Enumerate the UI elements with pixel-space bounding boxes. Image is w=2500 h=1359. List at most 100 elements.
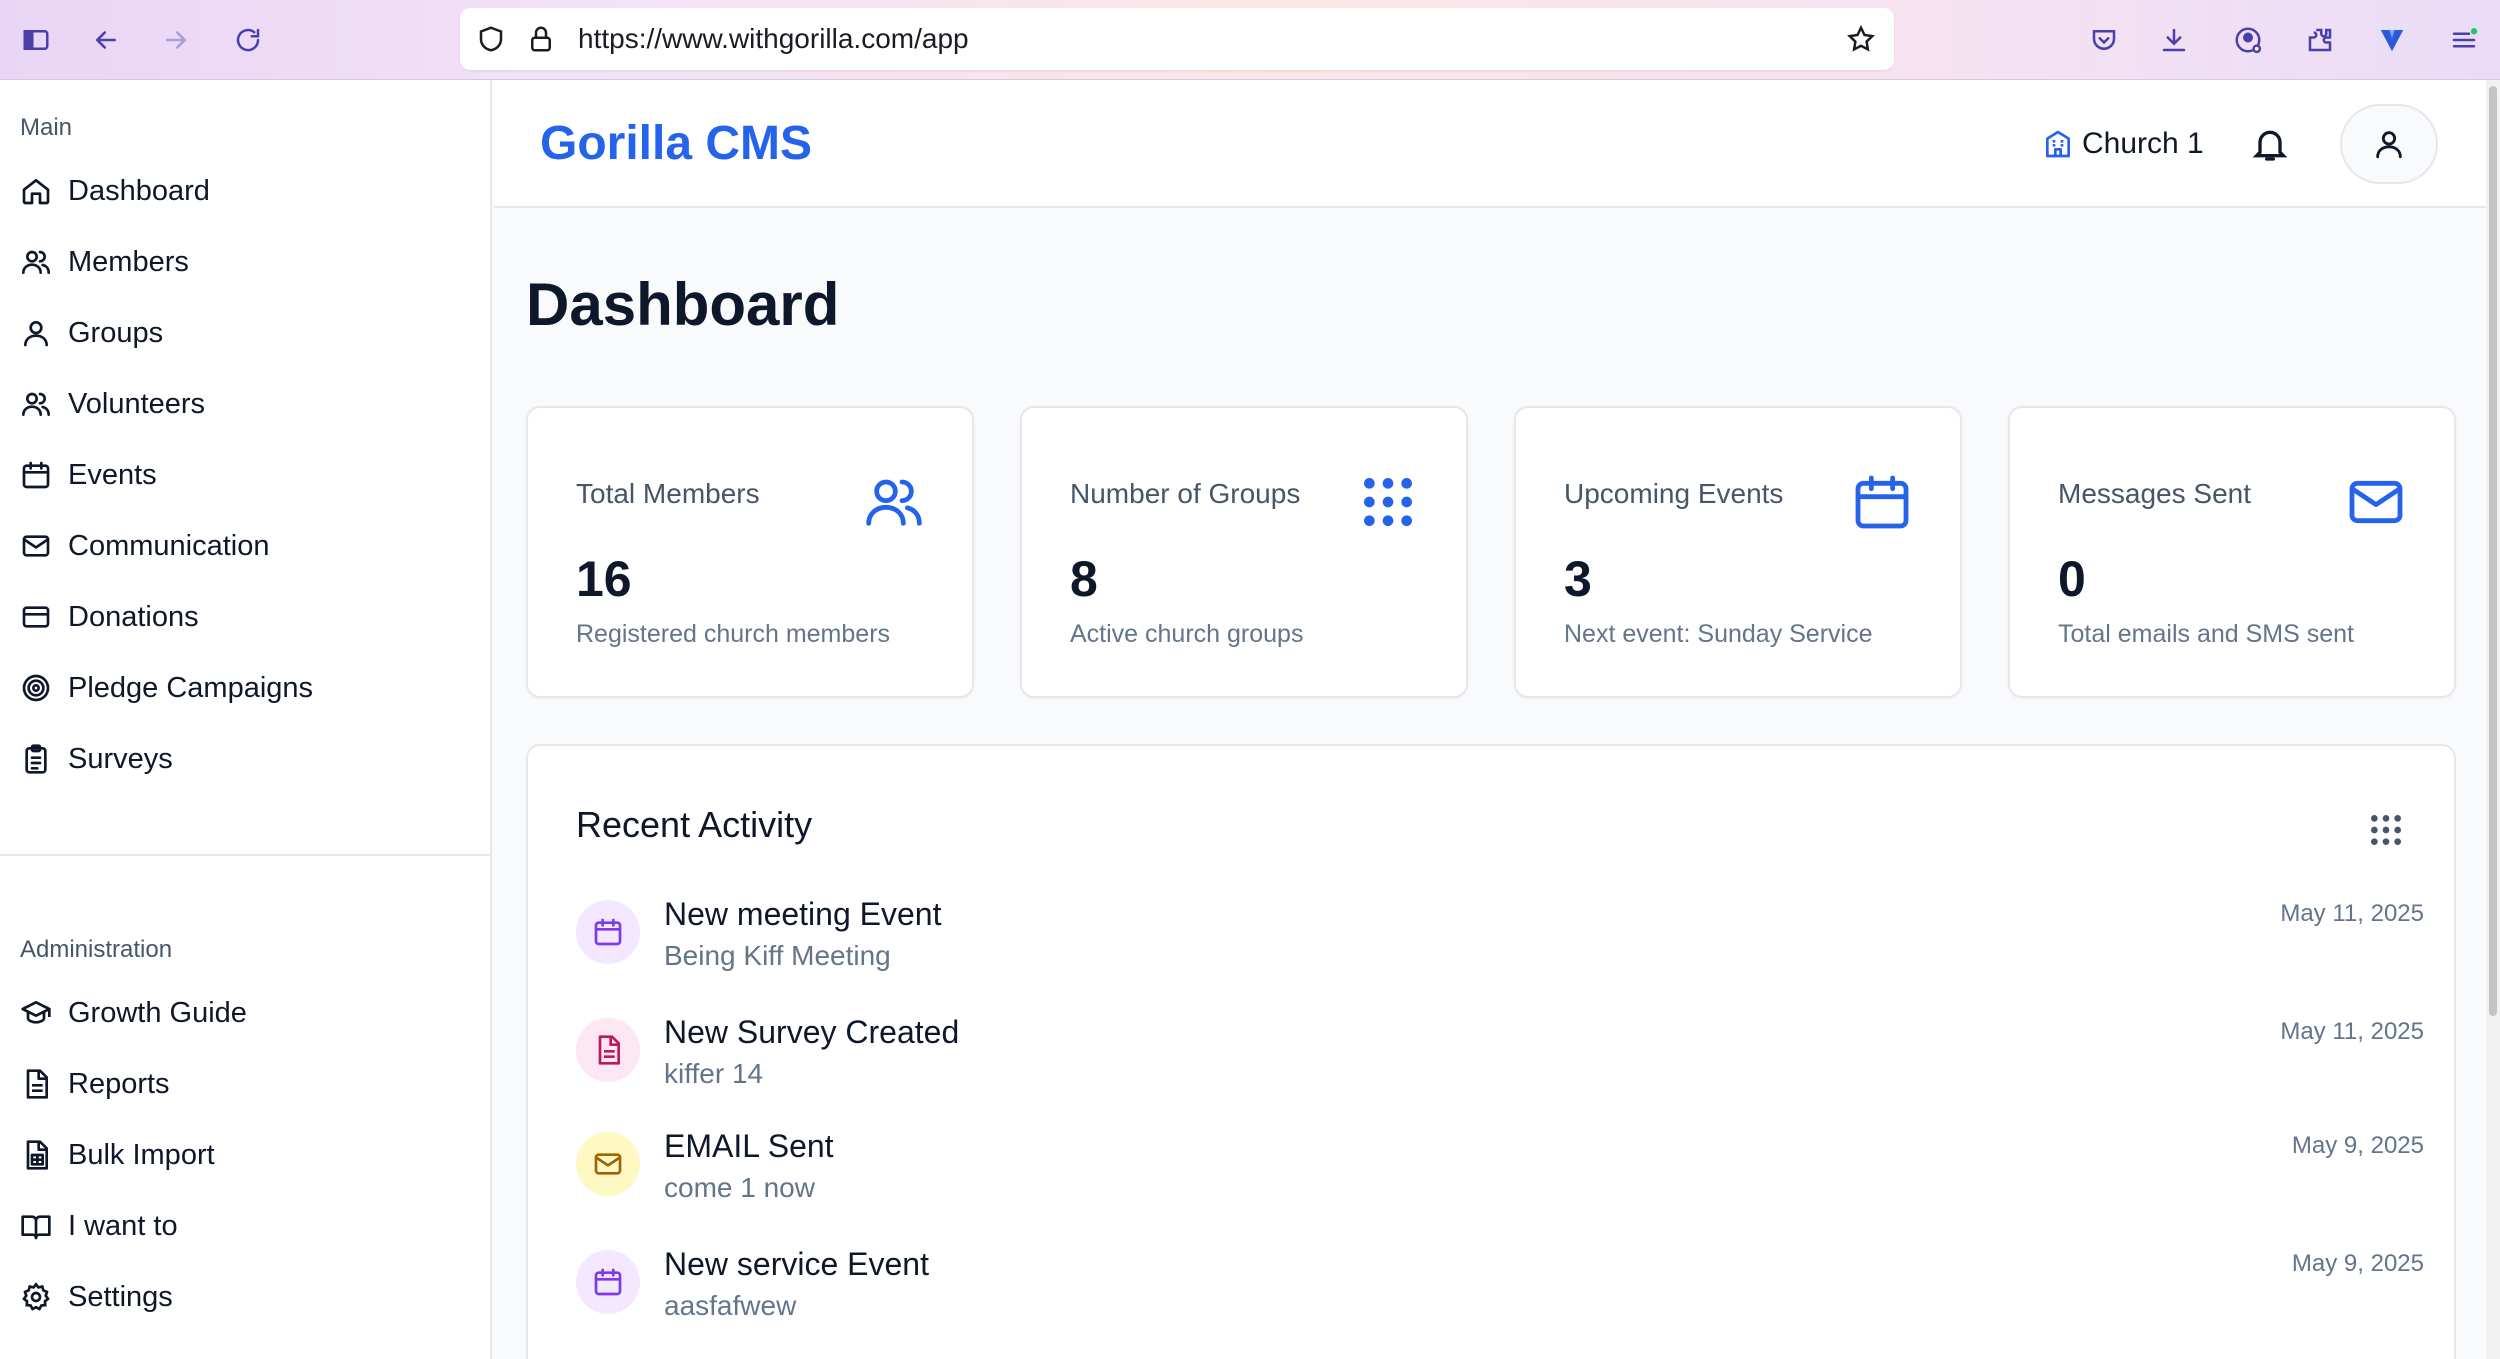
sidebar-item-bulk-import[interactable]: Bulk Import (20, 1130, 215, 1180)
activity-item-subtitle: kiffer 14 (664, 1058, 764, 1089)
activity-icon-badge (576, 1132, 640, 1196)
activity-item-date: May 9, 2025 (2291, 1250, 2424, 1277)
reload-icon[interactable] (226, 18, 270, 62)
lock-icon[interactable] (526, 24, 556, 54)
app-header: Gorilla CMS Church 1 (494, 80, 2486, 208)
church-selector[interactable]: Church 1 (2042, 124, 2204, 164)
activity-item-title: EMAIL Sent (664, 1128, 834, 1164)
forward-arrow-icon[interactable] (154, 18, 198, 62)
card-subtitle: Active church groups (1070, 620, 1304, 648)
file-text-icon (26, 1069, 48, 1099)
user-icon (24, 321, 48, 347)
activity-item-title: New service Event (664, 1246, 929, 1282)
sidebar-item-label: Events (68, 458, 157, 491)
credit-card-icon (22, 606, 50, 628)
card-value: 3 (1564, 551, 1592, 607)
book-open-icon (21, 1215, 51, 1240)
sidebar-item-settings[interactable]: Settings (20, 1272, 173, 1322)
star-icon[interactable] (1846, 24, 1876, 54)
back-arrow-icon[interactable] (84, 18, 128, 62)
sidebar-item-dashboard[interactable]: Dashboard (20, 166, 210, 216)
card-title: Upcoming Events (1564, 478, 1784, 509)
browser-toolbar: https://www.withgorilla.com/app (0, 0, 2500, 80)
sidebar-item-label: Communication (68, 529, 270, 562)
activity-item[interactable]: New service Event aasfafwew May 9, 2025 (576, 1238, 2424, 1338)
sidebar-item-label: Surveys (68, 742, 173, 775)
card-subtitle: Next event: Sunday Service (1564, 620, 1873, 648)
sidebar-item-growth-guide[interactable]: Growth Guide (20, 988, 247, 1038)
activity-item-title: New meeting Event (664, 896, 942, 932)
grid-dots-icon[interactable] (2366, 810, 2406, 850)
page-scrollbar[interactable] (2486, 80, 2500, 1359)
activity-item[interactable]: New Survey Created kiffer 14 May 11, 202… (576, 1006, 2424, 1106)
stat-card-total-members: Total Members 16 Registered church membe… (526, 406, 974, 698)
activity-icon-badge (576, 1250, 640, 1314)
activity-item[interactable]: EMAIL Sent come 1 now May 9, 2025 (576, 1120, 2424, 1220)
sidebar-item-label: Volunteers (68, 387, 206, 420)
card-value: 0 (2058, 551, 2086, 607)
activity-item-subtitle: Being Kiff Meeting (664, 940, 891, 971)
activity-item-date: May 11, 2025 (2280, 1018, 2424, 1045)
sidebar-item-volunteers[interactable]: Volunteers (20, 379, 205, 429)
grid-dots-icon (1364, 478, 1412, 526)
users-icon (22, 392, 50, 416)
activity-icon-badge (576, 1018, 640, 1082)
sidebar-item-label: Growth Guide (68, 996, 247, 1029)
stat-card-number-of-groups: Number of Groups 8 Active church groups (1020, 406, 1468, 698)
shield-icon[interactable] (476, 24, 506, 54)
scrollbar-thumb[interactable] (2489, 86, 2497, 1016)
card-value: 16 (576, 551, 632, 607)
sidebar-item-label: Bulk Import (68, 1138, 215, 1171)
users-icon (866, 479, 922, 526)
sidebar-toggle-icon[interactable] (14, 18, 58, 62)
target-icon (22, 674, 50, 702)
menu-icon[interactable] (2442, 18, 2486, 62)
address-bar[interactable]: https://www.withgorilla.com/app (460, 8, 1894, 70)
sidebar-item-reports[interactable]: Reports (20, 1059, 170, 1109)
sidebar-item-label: Donations (68, 600, 199, 633)
sidebar-item-groups[interactable]: Groups (20, 308, 163, 358)
stat-card-messages-sent: Messages Sent 0 Total emails and SMS sen… (2008, 406, 2456, 698)
sidebar-item-label: Groups (68, 316, 164, 349)
activity-icon-badge (576, 900, 640, 964)
pocket-icon[interactable] (2082, 18, 2126, 62)
sidebar-item-label: I want to (68, 1209, 178, 1242)
sidebar-item-communication[interactable]: Communication (20, 521, 269, 571)
bell-icon[interactable] (2250, 124, 2290, 164)
sidebar-divider (0, 854, 490, 856)
graduation-cap-icon (21, 1001, 51, 1024)
card-title: Number of Groups (1070, 478, 1301, 509)
card-subtitle: Total emails and SMS sent (2058, 620, 2354, 648)
activity-item[interactable]: New meeting Event Being Kiff Meeting May… (576, 888, 2424, 988)
sidebar-item-members[interactable]: Members (20, 237, 189, 287)
activity-item-subtitle: come 1 now (664, 1172, 815, 1203)
clipboard-icon (25, 744, 47, 774)
sidebar-section-main: Main (20, 114, 73, 141)
building-icon (2046, 130, 2070, 158)
activity-item-date: May 9, 2025 (2291, 1132, 2424, 1159)
brand-logo[interactable]: Gorilla CMS (540, 116, 812, 171)
users-icon (22, 250, 50, 274)
calendar-icon (1855, 475, 1909, 529)
account-icon[interactable] (2226, 18, 2270, 62)
url-text[interactable]: https://www.withgorilla.com/app (578, 24, 969, 54)
sidebar-item-label: Members (68, 245, 189, 278)
sidebar-item-i-want-to[interactable]: I want to (20, 1201, 178, 1251)
calendar-icon (22, 461, 50, 489)
sidebar-item-pledge-campaigns[interactable]: Pledge Campaigns (20, 663, 313, 713)
card-subtitle: Registered church members (576, 620, 891, 648)
activity-item-title: New Survey Created (664, 1014, 960, 1050)
user-menu-button[interactable] (2340, 104, 2438, 184)
download-icon[interactable] (2152, 18, 2196, 62)
gear-icon (22, 1282, 50, 1311)
sidebar-item-donations[interactable]: Donations (20, 592, 199, 642)
extensions-icon[interactable] (2298, 18, 2342, 62)
sidebar-item-events[interactable]: Events (20, 450, 157, 500)
mail-icon (2349, 480, 2403, 524)
extension-v-icon[interactable] (2370, 18, 2414, 62)
card-value: 8 (1070, 551, 1098, 607)
home-icon (22, 179, 50, 205)
file-spreadsheet-icon (26, 1140, 48, 1170)
sidebar-item-surveys[interactable]: Surveys (20, 734, 173, 784)
user-icon (2376, 131, 2402, 159)
